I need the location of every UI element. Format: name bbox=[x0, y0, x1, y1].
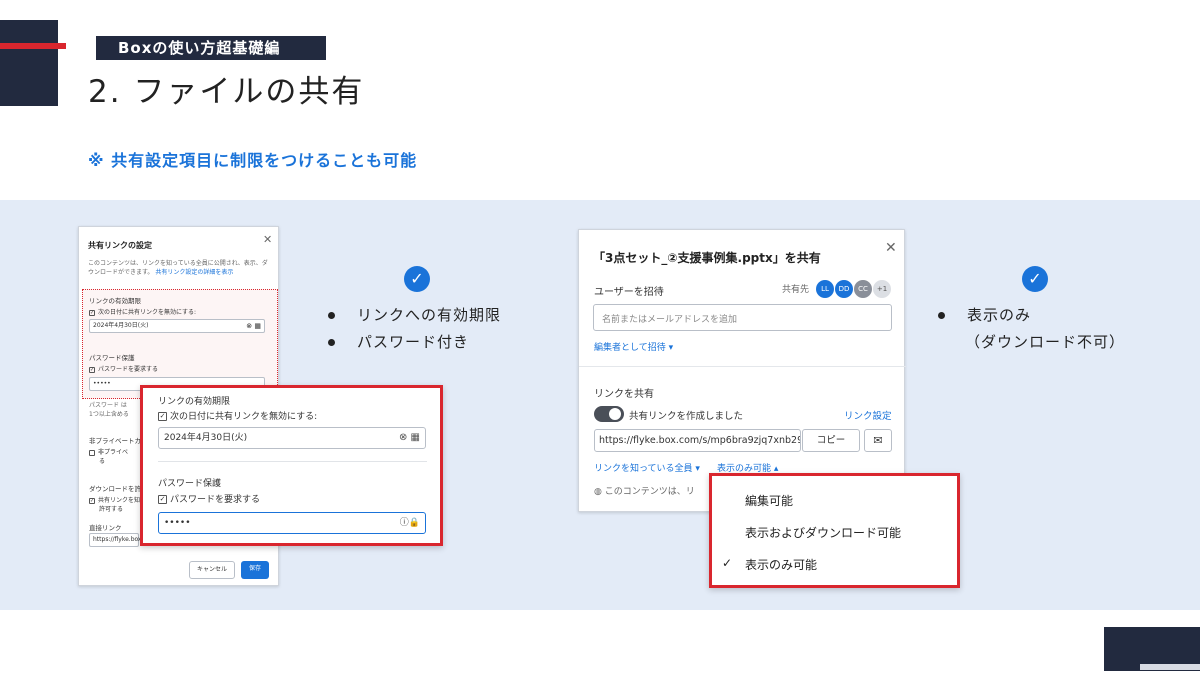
avatar[interactable]: DD bbox=[835, 280, 853, 298]
password-hint: パスワード は 1つ以上含める bbox=[89, 401, 129, 419]
bullet-text: パスワード付き bbox=[357, 333, 470, 351]
invite-label: ユーザーを招待 bbox=[594, 287, 664, 298]
close-icon[interactable]: ✕ bbox=[263, 233, 272, 246]
email-icon[interactable]: ✉ bbox=[864, 429, 892, 452]
save-button[interactable]: 保存 bbox=[241, 561, 269, 579]
checkbox-icon[interactable]: ✓ bbox=[158, 412, 167, 421]
invite-placeholder: 名前またはメールアドレスを追加 bbox=[602, 315, 738, 325]
expiry-date-value: 2024年4月30日(火) bbox=[93, 322, 149, 329]
avatar[interactable]: CC bbox=[854, 280, 872, 298]
password-checkbox-row[interactable]: ✓ パスワードを要求する bbox=[89, 364, 158, 373]
copy-button[interactable]: コピー bbox=[802, 429, 860, 452]
invite-input[interactable]: 名前またはメールアドレスを追加 bbox=[593, 304, 892, 331]
link-url-field[interactable]: https://flyke.box.com/s/mp6bra9zjq7xnb29… bbox=[594, 429, 801, 452]
check-circle-icon: ✓ bbox=[404, 266, 430, 292]
expiry-date-input[interactable]: 2024年4月30日(火) ⊗ ▦ bbox=[89, 319, 265, 333]
invite-role-dropdown[interactable]: 編集者として招待 ▾ bbox=[594, 340, 673, 353]
divider bbox=[158, 461, 427, 462]
permission-menu: 編集可能 表示およびダウンロード可能 ✓ 表示のみ可能 bbox=[709, 473, 960, 588]
custom-url-checkbox-row[interactable]: 非プライベ る bbox=[89, 447, 128, 465]
dialog-title: 共有リンクの設定 bbox=[88, 241, 152, 250]
calendar-icon[interactable]: ⊗ ▦ bbox=[399, 428, 420, 448]
zoom-password-checkbox-label: パスワードを要求する bbox=[170, 495, 261, 505]
collaborator-avatars[interactable]: LL DD CC +1 bbox=[815, 280, 891, 298]
custom-url-heading: 非プライベートカス bbox=[89, 437, 148, 445]
menu-item-view-only[interactable]: 表示のみ可能 bbox=[745, 556, 817, 573]
download-checkbox-label: 共有リンクを知 bbox=[98, 497, 141, 504]
dialog-description: このコンテンツは、リンクを知っている全員に公開され、表示、ダウンロードができます… bbox=[88, 259, 273, 277]
zoom-expiry-heading: リンクの有効期限 bbox=[158, 397, 231, 407]
bullet-dot bbox=[328, 312, 335, 319]
close-icon[interactable]: ✕ bbox=[885, 240, 897, 256]
toggle-status-text: 共有リンクを作成しました bbox=[629, 411, 744, 422]
password-checkbox-label: パスワードを要求する bbox=[98, 366, 159, 373]
zoom-expiry-checkbox-label: 次の日付に共有リンクを無効にする: bbox=[170, 412, 318, 422]
checkbox-icon[interactable]: ✓ bbox=[89, 309, 95, 316]
zoom-expiry-checkbox-row[interactable]: ✓ 次の日付に共有リンクを無効にする: bbox=[158, 409, 317, 422]
expiry-heading: リンクの有効期限 bbox=[89, 297, 141, 305]
settings-detail-link[interactable]: 共有リンク設定の詳細を表示 bbox=[155, 269, 233, 276]
password-hint-line: 1つ以上含める bbox=[89, 411, 129, 418]
bullet-text: 表示のみ bbox=[967, 306, 1032, 324]
bullet-item: リンクへの有効期限 bbox=[328, 304, 501, 325]
zoom-expiry-date-input[interactable]: 2024年4月30日(火) ⊗ ▦ bbox=[158, 427, 426, 449]
avatar[interactable]: LL bbox=[816, 280, 834, 298]
bullet-item: 表示のみ bbox=[938, 304, 1031, 325]
shared-with-label: 共有先 bbox=[782, 285, 810, 295]
share-link-toggle[interactable] bbox=[594, 406, 624, 422]
bullet-text: リンクへの有効期限 bbox=[357, 306, 502, 324]
expiry-checkbox-label: 次の日付に共有リンクを無効にする: bbox=[98, 309, 197, 316]
note-text: ※ 共有設定項目に制限をつけることも可能 bbox=[88, 151, 418, 170]
toggle-knob bbox=[609, 408, 621, 420]
link-url-value: https://flyke.box.com/s/mp6bra9zjq7xnb29… bbox=[599, 435, 801, 446]
menu-item-edit[interactable]: 編集可能 bbox=[745, 492, 793, 509]
cancel-button[interactable]: キャンセル bbox=[189, 561, 235, 579]
download-checkbox-row[interactable]: ✓ 共有リンクを知 許可する bbox=[89, 495, 140, 513]
password-hint-line: パスワード は bbox=[89, 402, 127, 409]
bullet-subtext: （ダウンロード不可） bbox=[965, 333, 1126, 351]
download-heading: ダウンロードを許 bbox=[89, 485, 141, 493]
direct-link-input[interactable]: https://flyke.box.co bbox=[89, 533, 150, 547]
custom-checkbox-label: 非プライベ bbox=[98, 449, 129, 456]
footer-decoration-line bbox=[1140, 664, 1200, 670]
calendar-icon[interactable]: ⊗ ▦ bbox=[246, 320, 261, 332]
page-title: 2. ファイルの共有 bbox=[88, 74, 365, 110]
expiry-checkbox-row[interactable]: ✓ 次の日付に共有リンクを無効にする: bbox=[89, 307, 196, 316]
divider bbox=[579, 366, 906, 367]
check-circle-icon: ✓ bbox=[1022, 266, 1048, 292]
globe-icon: ◍ bbox=[594, 487, 602, 497]
check-icon: ✓ bbox=[722, 556, 733, 570]
download-checkbox-label-2: 許可する bbox=[99, 506, 124, 513]
section-tag: Boxの使い方超基礎編 bbox=[96, 36, 326, 60]
avatar[interactable]: +1 bbox=[873, 280, 891, 298]
zoom-password-value: ••••• bbox=[164, 518, 191, 528]
share-link-label: リンクを共有 bbox=[594, 389, 654, 400]
password-info-icon[interactable]: ⓘ🔒 bbox=[400, 513, 420, 533]
share-dialog: 「3点セット_②支援事例集.pptx」を共有 ✕ ユーザーを招待 共有先 LL D… bbox=[578, 229, 906, 512]
bullet-dot bbox=[328, 339, 335, 346]
direct-link-heading: 直接リンク bbox=[89, 524, 122, 532]
checkbox-icon[interactable]: ✓ bbox=[158, 495, 167, 504]
password-heading: パスワード保護 bbox=[89, 354, 135, 362]
zoom-password-input[interactable]: ••••• ⓘ🔒 bbox=[158, 512, 426, 534]
audience-dropdown[interactable]: リンクを知っている全員 ▾ bbox=[594, 461, 700, 474]
header-decoration-block bbox=[0, 20, 58, 106]
zoom-password-heading: パスワード保護 bbox=[158, 479, 222, 489]
checkbox-icon[interactable]: ✓ bbox=[89, 497, 95, 504]
password-value: ••••• bbox=[93, 380, 111, 387]
zoom-expiry-date-value: 2024年4月30日(火) bbox=[164, 433, 248, 443]
checkbox-icon[interactable]: ✓ bbox=[89, 366, 95, 373]
zoom-callout-expiry-password: リンクの有効期限 ✓ 次の日付に共有リンクを無効にする: 2024年4月30日(火… bbox=[140, 385, 443, 546]
custom-checkbox-label-2: る bbox=[99, 458, 106, 465]
bullet-dot bbox=[938, 312, 945, 319]
zoom-password-checkbox-row[interactable]: ✓ パスワードを要求する bbox=[158, 492, 260, 505]
share-dialog-title: 「3点セット_②支援事例集.pptx」を共有 bbox=[593, 251, 821, 265]
link-settings-link[interactable]: リンク設定 bbox=[844, 408, 892, 422]
footer-info: ◍ このコンテンツは、リ bbox=[594, 484, 695, 497]
checkbox-icon[interactable] bbox=[89, 449, 95, 456]
bullet-item: パスワード付き bbox=[328, 331, 469, 352]
footer-info-text: このコンテンツは、リ bbox=[604, 487, 695, 497]
header-decoration-line bbox=[0, 43, 66, 49]
menu-item-view-download[interactable]: 表示およびダウンロード可能 bbox=[745, 524, 901, 541]
